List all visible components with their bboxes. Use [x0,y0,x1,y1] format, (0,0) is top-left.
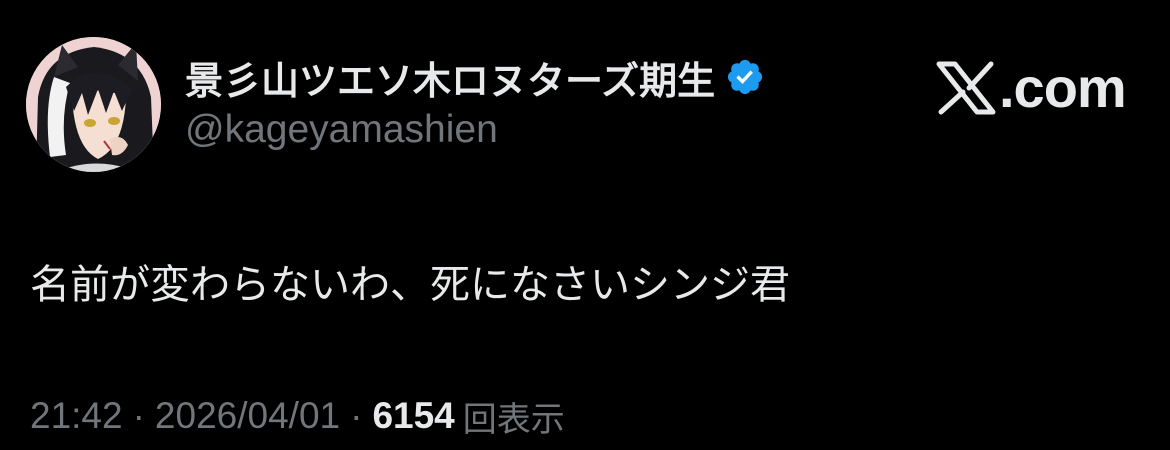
tweet-meta: 21:42 · 2026/04/01 · 6154 回表示 [30,392,565,440]
x-logo-icon [935,58,997,118]
views-label: 回表示 [462,399,565,440]
meta-separator: · [350,395,363,436]
views-count: 6154 [372,395,455,436]
tweet-card: 景彡山ツエソ木ロヌターズ期生 @kageyamashien .com 名前が変わ… [0,0,1170,450]
author-display-name[interactable]: 景彡山ツエソ木ロヌターズ期生 [185,50,715,105]
tweet-time[interactable]: 21:42 [30,395,123,437]
verified-badge-icon [725,57,765,97]
author-handle[interactable]: @kageyamashien [185,108,498,152]
author-name-row: 景彡山ツエソ木ロヌターズ期生 [185,50,765,105]
brand-watermark: .com [935,55,1127,121]
anime-character-avatar-icon [26,37,161,172]
avatar[interactable] [26,37,161,172]
tweet-body-text: 名前が変わらないわ、死になさいシンジ君 [30,262,790,308]
brand-domain-text: .com [999,56,1127,119]
meta-separator: · [132,395,145,436]
tweet-date[interactable]: 2026/04/01 [155,395,340,437]
